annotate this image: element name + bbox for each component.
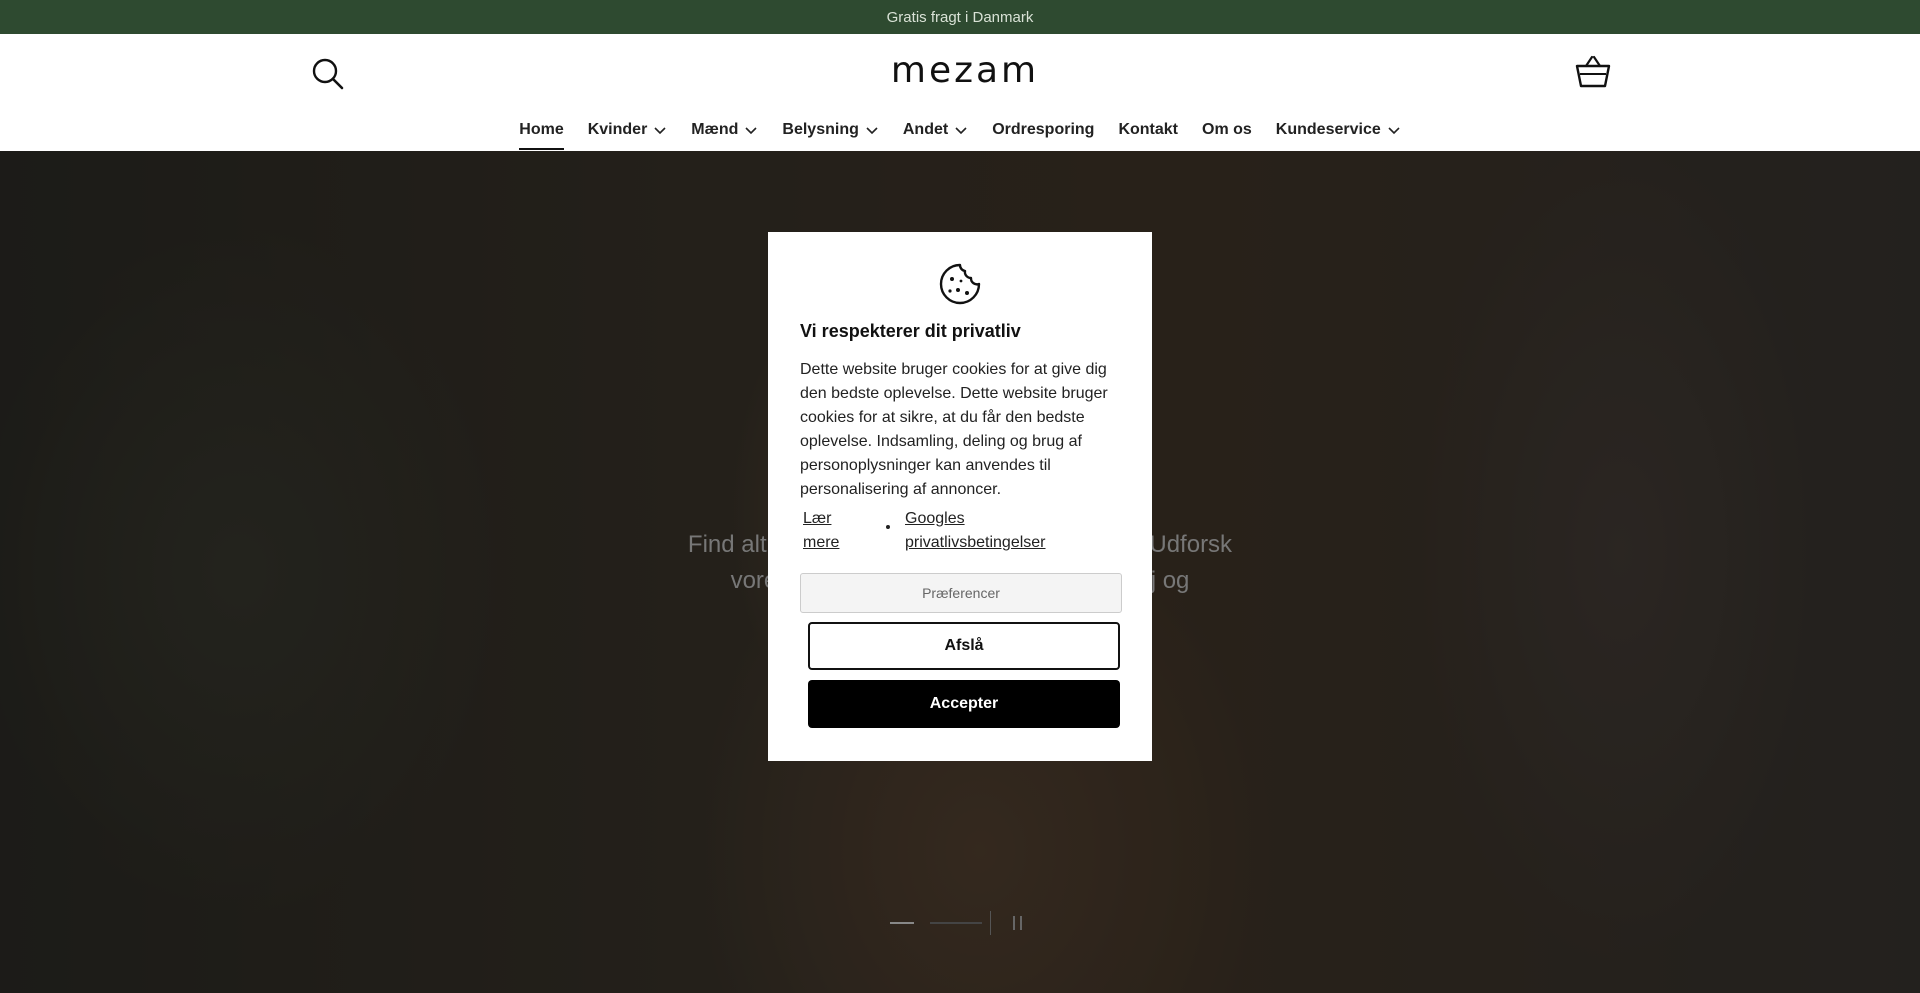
site-logo[interactable]: mezam [880,52,1050,90]
announcement-bar: Gratis fragt i Danmark [0,0,1920,34]
chevron-down-icon [955,127,967,135]
pause-icon[interactable] [1012,916,1024,930]
slide-indicator[interactable] [930,922,982,924]
dialog-body: Dette website bruger cookies for at give… [800,361,1108,498]
slideshow-controls [890,911,1030,935]
decline-button[interactable]: Afslå [808,622,1120,670]
nav-item-label: Kvinder [587,121,648,138]
learn-more-link[interactable]: Lær mere [803,507,853,555]
nav-item-label: Andet [902,121,949,138]
chevron-down-icon [866,127,878,135]
nav-item-andet[interactable]: Andet [903,114,968,146]
nav-item-label: Om os [1202,121,1252,138]
nav-item-label: Kontakt [1118,121,1178,138]
link-separator [886,525,890,529]
nav-item-ordresporing[interactable]: Ordresporing [992,114,1094,146]
accept-button[interactable]: Accepter [808,680,1120,728]
chevron-down-icon [654,127,666,135]
nav-item-kontakt[interactable]: Kontakt [1118,114,1178,146]
preferences-button[interactable]: Præferencer [800,573,1122,613]
nav-item-label: Mænd [691,121,739,138]
main-nav: Home Kvinder Mænd Belysning Andet Ordres… [0,114,1920,150]
nav-item-label: Kundeservice [1275,121,1381,138]
nav-item-label: Ordresporing [992,121,1095,138]
cookie-consent-dialog: Vi respekterer dit privatliv Dette websi… [768,232,1152,761]
search-button[interactable] [310,56,346,92]
nav-item-label: Home [519,121,564,138]
dialog-title: Vi respekterer dit privatliv [800,321,1021,341]
slide-indicator-active[interactable] [890,922,914,924]
cookie-icon [939,263,981,305]
site-header: mezam Home Kvinder Mænd Belysning Andet [0,34,1920,151]
nav-item-maend[interactable]: Mænd [691,114,758,146]
nav-item-kundeservice[interactable]: Kundeservice [1276,114,1401,146]
slider-divider [990,911,991,935]
nav-item-label: Belysning [782,121,859,138]
basket-icon [1575,55,1611,88]
chevron-down-icon [1388,127,1400,135]
search-icon [312,58,344,90]
nav-item-om-os[interactable]: Om os [1202,114,1252,146]
google-privacy-link[interactable]: Googles privatlivsbetingelser [905,507,1065,555]
announcement-text: Gratis fragt i Danmark [886,8,1034,26]
nav-item-belysning[interactable]: Belysning [782,114,878,146]
nav-item-home[interactable]: Home [519,114,565,150]
cart-button[interactable] [1574,54,1612,90]
nav-item-kvinder[interactable]: Kvinder [588,114,668,146]
chevron-down-icon [745,127,757,135]
